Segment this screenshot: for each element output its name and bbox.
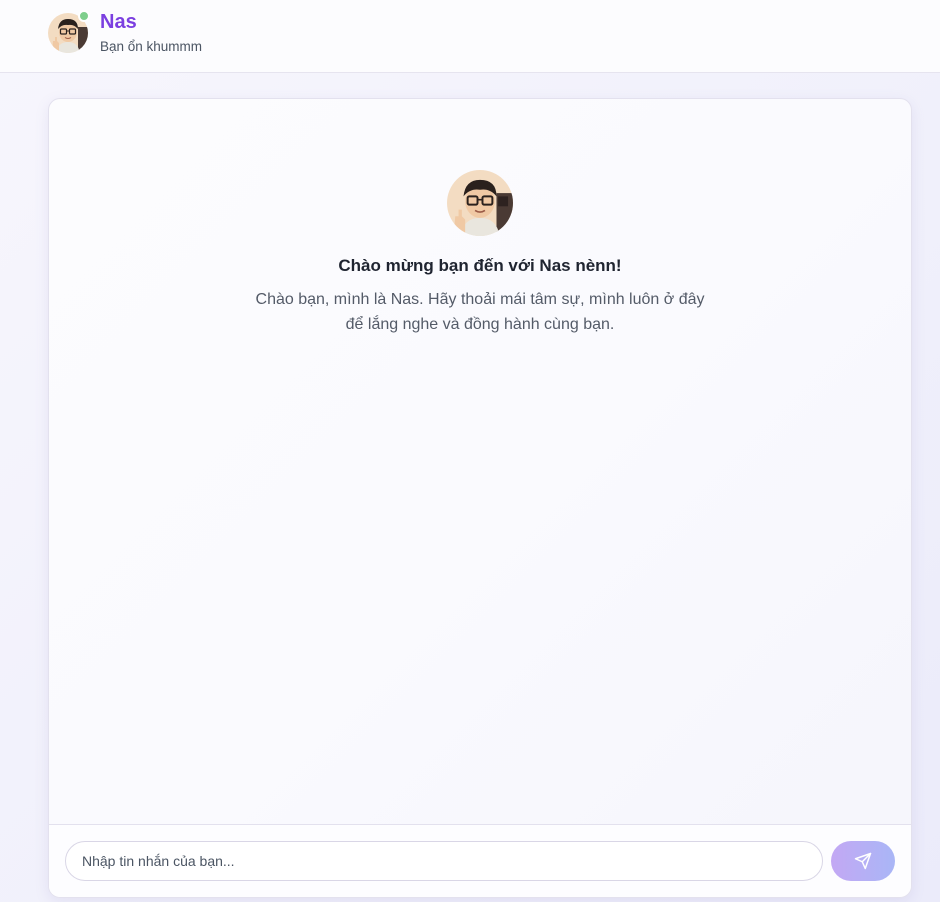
contact-name: Nas — [100, 11, 137, 33]
send-button[interactable] — [831, 841, 895, 881]
welcome-message: Chào bạn, mình là Nas. Hãy thoải mái tâm… — [255, 291, 705, 333]
contact-status: Bạn ổn khummm — [100, 39, 203, 54]
chat-panel: Chào mừng bạn đến với Nas nènn! Chào bạn… — [48, 98, 912, 898]
chat-header: Nas Bạn ổn khummm — [0, 0, 940, 73]
welcome-title: Chào mừng bạn đến với Nas nènn! — [338, 256, 622, 275]
send-icon — [854, 852, 872, 870]
welcome-avatar — [447, 170, 513, 236]
message-composer — [49, 824, 911, 897]
online-status-icon — [78, 10, 90, 22]
message-input[interactable] — [65, 841, 823, 881]
